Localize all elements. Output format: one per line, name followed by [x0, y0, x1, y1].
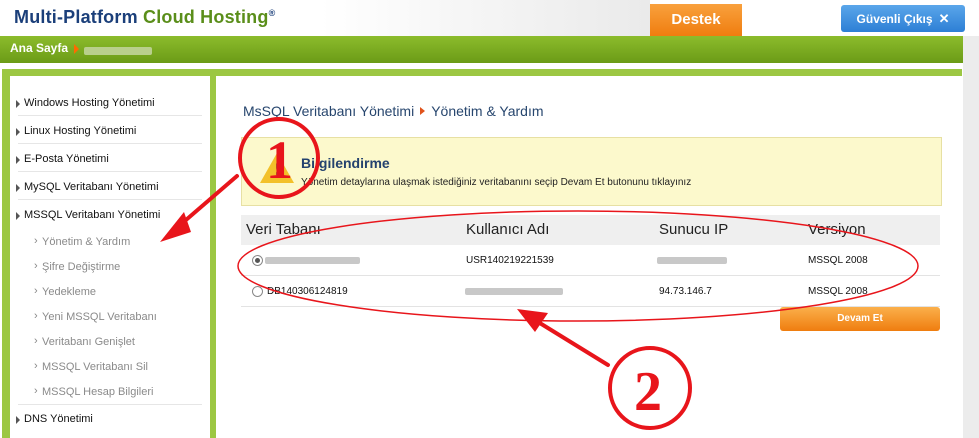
- sidebar-item-dns[interactable]: DNS Yönetimi: [16, 413, 93, 425]
- sidebar-item-mssql[interactable]: MSSQL Veritabanı Yönetimi: [15, 209, 160, 221]
- cell-version: MSSQL 2008: [808, 255, 868, 266]
- col-kullanici-adi: Kullanıcı Adı: [466, 221, 550, 238]
- row-radio[interactable]: [252, 286, 263, 297]
- col-sunucu-ip: Sunucu IP: [659, 221, 729, 238]
- right-shadow: [963, 36, 979, 438]
- continue-button[interactable]: Devam Et: [780, 307, 940, 331]
- sidebar-sub-yeni-mssql[interactable]: Yeni MSSQL Veritabanı: [34, 310, 157, 323]
- col-versiyon: Versiyon: [808, 221, 866, 238]
- sidebar-item-eposta[interactable]: E-Posta Yönetimi: [16, 153, 109, 165]
- divider: [18, 143, 202, 144]
- row-radio-selected[interactable]: [252, 255, 263, 266]
- cell-ip: 94.73.146.7: [659, 286, 712, 297]
- col-veri-tabani: Veri Tabanı: [246, 221, 321, 238]
- sidebar-item-linux-hosting[interactable]: Linux Hosting Yönetimi: [15, 125, 136, 137]
- close-icon: ✕: [938, 11, 950, 26]
- brand-primary: Multi-Platform: [14, 7, 138, 27]
- logout-label: Güvenli Çıkış: [856, 12, 933, 26]
- breadcrumb-redacted: [84, 47, 152, 55]
- logout-button[interactable]: Güvenli Çıkış ✕: [841, 5, 965, 32]
- title-arrow-icon: [420, 107, 426, 115]
- breadcrumb-arrow-icon: [74, 44, 79, 54]
- sidebar: Windows Hosting Yönetimi Linux Hosting Y…: [10, 76, 210, 438]
- header-fade: [320, 0, 650, 36]
- table-row[interactable]: DB140306124819 94.73.146.7 MSSQL 2008: [241, 278, 940, 307]
- table-header: Veri Tabanı Kullanıcı Adı Sunucu IP Vers…: [241, 215, 940, 245]
- info-message: Yönetim detaylarına ulaşmak istediğiniz …: [301, 177, 692, 188]
- sidebar-item-mysql[interactable]: MySQL Veritabanı Yönetimi: [16, 181, 159, 193]
- redacted-user: [465, 288, 563, 295]
- divider: [18, 199, 202, 200]
- support-tab[interactable]: Destek: [650, 4, 742, 36]
- sidebar-sub-sifre-degistirme[interactable]: Şifre Değiştirme: [34, 260, 120, 273]
- warning-icon: !: [260, 153, 294, 183]
- brand-mark: ®: [268, 8, 276, 18]
- cell-user: USR140219221539: [466, 255, 554, 266]
- sidebar-sub-veritabani-sil[interactable]: MSSQL Veritabanı Sil: [34, 360, 148, 373]
- cell-db: DB140306124819: [267, 286, 348, 297]
- redacted-db-name: [265, 257, 360, 264]
- sidebar-item-windows-hosting[interactable]: Windows Hosting Yönetimi: [16, 97, 155, 109]
- page-title-main: MsSQL Veritabanı Yönetimi: [243, 103, 415, 119]
- divider: [18, 404, 202, 405]
- sidebar-sub-hesap-bilgileri[interactable]: MSSQL Hesap Bilgileri: [34, 385, 154, 398]
- page-title-sub: Yönetim & Yardım: [431, 103, 544, 119]
- sidebar-sub-yonetim-yardim[interactable]: Yönetim & Yardım: [34, 235, 130, 248]
- info-box: ! Bilgilendirme Yönetim detaylarına ulaş…: [241, 137, 942, 206]
- page-title: MsSQL Veritabanı Yönetimi Yönetim & Yardı…: [243, 103, 544, 119]
- cell-version: MSSQL 2008: [808, 286, 868, 297]
- sidebar-sub-yedekleme[interactable]: Yedekleme: [34, 285, 96, 298]
- breadcrumb: Ana Sayfa: [0, 36, 963, 63]
- sidebar-sub-veritabani-genislet[interactable]: Veritabanı Genişlet: [34, 335, 135, 348]
- breadcrumb-home[interactable]: Ana Sayfa: [10, 41, 68, 55]
- info-title: Bilgilendirme: [301, 155, 390, 171]
- brand-secondary: Cloud Hosting: [143, 7, 269, 27]
- divider: [18, 171, 202, 172]
- brand-logo[interactable]: Multi-Platform Cloud Hosting®: [14, 7, 275, 28]
- table-row[interactable]: USR140219221539 MSSQL 2008: [241, 247, 940, 276]
- redacted-ip: [657, 257, 727, 264]
- top-header: Multi-Platform Cloud Hosting® Destek Güv…: [0, 0, 979, 37]
- divider: [18, 115, 202, 116]
